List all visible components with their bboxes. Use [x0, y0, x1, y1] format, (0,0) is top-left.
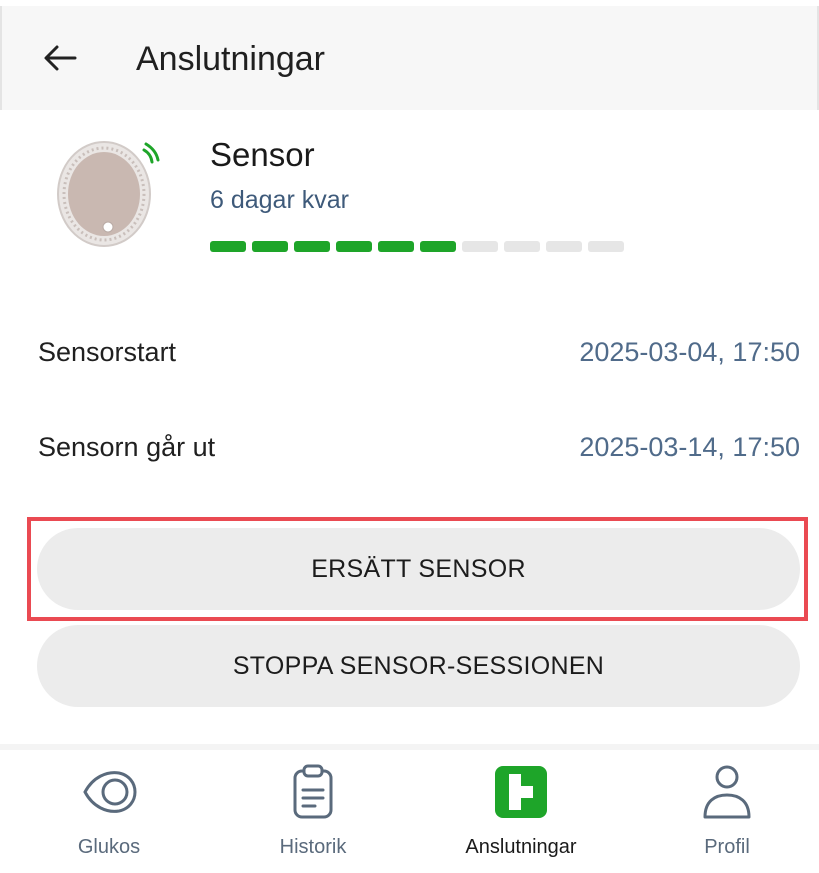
stop-sensor-session-button[interactable]: STOPPA SENSOR-SESSIONEN [37, 625, 800, 707]
progress-segment-filled [336, 241, 372, 252]
progress-segment-empty [546, 241, 582, 252]
sensor-start-value: 2025-03-04, 17:50 [579, 337, 800, 367]
back-button[interactable] [38, 36, 82, 80]
connections-icon [491, 762, 551, 822]
nav-label-historik: Historik [279, 836, 347, 858]
progress-segment-filled [294, 241, 330, 252]
progress-segment-empty [588, 241, 624, 252]
progress-segment-empty [504, 241, 540, 252]
sensor-remaining-days: 6 dagar kvar [210, 186, 349, 214]
progress-segment-filled [252, 241, 288, 252]
nav-label-profil: Profil [704, 836, 750, 858]
progress-segment-filled [210, 241, 246, 252]
sensor-image [52, 132, 172, 252]
sensor-expiry-label: Sensorn går ut [38, 432, 216, 462]
person-icon [697, 762, 757, 822]
progress-segment-empty [462, 241, 498, 252]
progress-segment-filled [378, 241, 414, 252]
page-title: Anslutningar [136, 40, 326, 78]
progress-segment-filled [420, 241, 456, 252]
nav-item-historik[interactable]: Historik [218, 750, 408, 873]
sensor-expiry-row: Sensorn går ut 2025-03-14, 17:50 [38, 432, 800, 472]
sensor-progress-bar [210, 241, 624, 252]
nav-item-glukos[interactable]: Glukos [14, 750, 204, 873]
arrow-left-icon [44, 45, 77, 71]
sensor-start-label: Sensorstart [38, 337, 177, 367]
eye-icon [79, 762, 139, 822]
connections-screen: Anslutningar Sensor 6 dagar kvar Sensors… [0, 0, 819, 873]
nav-item-anslutningar[interactable]: Anslutningar [426, 750, 616, 873]
sensor-name: Sensor [210, 136, 315, 173]
nav-label-anslutningar: Anslutningar [465, 836, 577, 858]
sensor-start-row: Sensorstart 2025-03-04, 17:50 [38, 337, 800, 377]
nav-item-profil[interactable]: Profil [632, 750, 819, 873]
sensor-expiry-value: 2025-03-14, 17:50 [579, 432, 800, 462]
replace-sensor-button[interactable]: ERSÄTT SENSOR [37, 528, 800, 610]
app-bar: Anslutningar [0, 6, 819, 110]
bottom-navigation: Glukos Historik Anslutningar Profil [0, 750, 819, 873]
nav-label-glukos: Glukos [77, 836, 141, 858]
clipboard-icon [283, 762, 343, 822]
